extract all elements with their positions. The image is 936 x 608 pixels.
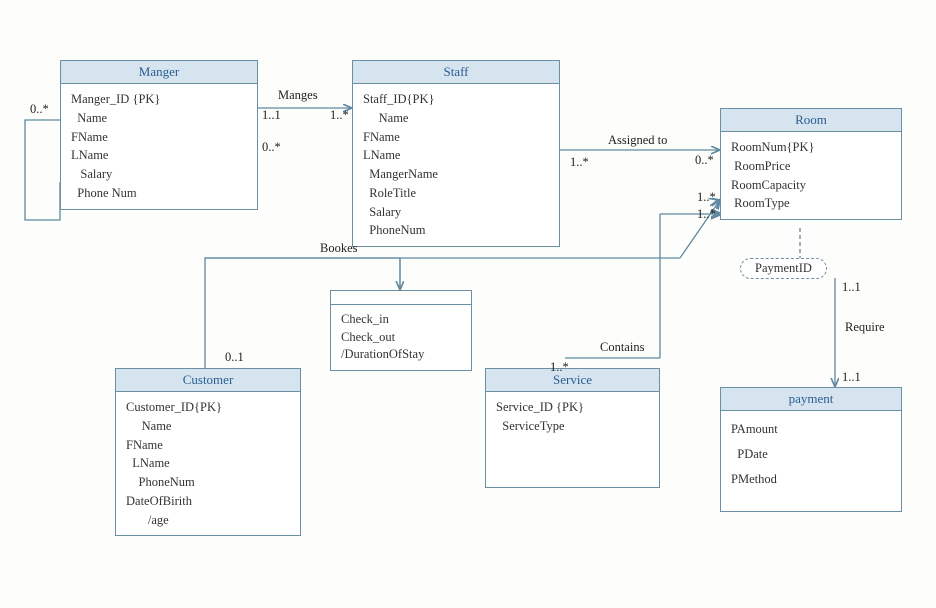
mult: 1..*	[697, 207, 716, 222]
attr: RoomPrice	[731, 157, 891, 176]
assoc-booking-head	[331, 291, 471, 305]
attr: /age	[126, 511, 290, 530]
attr: PhoneNum	[126, 473, 290, 492]
attr: PhoneNum	[363, 221, 549, 240]
attr: RoomCapacity	[731, 176, 891, 195]
attr: ServiceType	[496, 417, 649, 436]
attr: FName	[363, 128, 549, 147]
mult: 1..1	[262, 108, 281, 123]
mult: 1..*	[330, 108, 349, 123]
attr: PAmount	[731, 417, 891, 442]
assoc-booking: Check_in Check_out /DurationOfStay	[330, 290, 472, 371]
mult: 1..1	[842, 370, 861, 385]
attr: Staff_ID{PK}	[363, 90, 549, 109]
entity-room-title: Room	[721, 109, 901, 132]
attr: Manger_ID {PK}	[71, 90, 247, 109]
attr: Service_ID {PK}	[496, 398, 649, 417]
attr: Name	[363, 109, 549, 128]
attr: LName	[126, 454, 290, 473]
attr: Name	[126, 417, 290, 436]
entity-customer-attrs: Customer_ID{PK} Name FName LName PhoneNu…	[116, 392, 300, 535]
attr: RoomNum{PK}	[731, 138, 891, 157]
rel-assigned: Assigned to	[608, 133, 667, 148]
attr: Check_in	[341, 311, 461, 329]
attr: MangerName	[363, 165, 549, 184]
entity-room: Room RoomNum{PK} RoomPrice RoomCapacity …	[720, 108, 902, 220]
entity-manager: Manger Manger_ID {PK} Name FName LName S…	[60, 60, 258, 210]
attr: Customer_ID{PK}	[126, 398, 290, 417]
mult: 0..*	[695, 153, 714, 168]
mult: 1..1	[842, 280, 861, 295]
mult: 1..*	[697, 190, 716, 205]
attr: Salary	[363, 203, 549, 222]
attr: DateOfBirith	[126, 492, 290, 511]
attr: FName	[126, 436, 290, 455]
rel-bookes: Bookes	[320, 241, 358, 256]
attr: RoomType	[731, 194, 891, 213]
entity-customer: Customer Customer_ID{PK} Name FName LNam…	[115, 368, 301, 536]
mult: 1..*	[570, 155, 589, 170]
mult: 1..*	[550, 360, 569, 375]
assoc-class-paymentid: PaymentID	[740, 258, 827, 279]
mult: 0..*	[30, 102, 49, 117]
entity-payment: payment PAmount PDate PMethod	[720, 387, 902, 512]
attr: PMethod	[731, 467, 891, 492]
entity-staff-attrs: Staff_ID{PK} Name FName LName MangerName…	[353, 84, 559, 246]
attr: Phone Num	[71, 184, 247, 203]
mult: 0..*	[262, 140, 281, 155]
entity-manager-title: Manger	[61, 61, 257, 84]
entity-service: Service Service_ID {PK} ServiceType	[485, 368, 660, 488]
attr: Check_out	[341, 329, 461, 347]
entity-staff-title: Staff	[353, 61, 559, 84]
attr: Salary	[71, 165, 247, 184]
attr: /DurationOfStay	[341, 346, 461, 364]
entity-manager-attrs: Manger_ID {PK} Name FName LName Salary P…	[61, 84, 257, 209]
entity-room-attrs: RoomNum{PK} RoomPrice RoomCapacity RoomT…	[721, 132, 901, 219]
entity-payment-attrs: PAmount PDate PMethod	[721, 411, 901, 511]
attr: LName	[71, 146, 247, 165]
attr: FName	[71, 128, 247, 147]
attr: PDate	[731, 442, 891, 467]
rel-manages: Manges	[278, 88, 318, 103]
attr: RoleTitle	[363, 184, 549, 203]
entity-staff: Staff Staff_ID{PK} Name FName LName Mang…	[352, 60, 560, 247]
entity-payment-title: payment	[721, 388, 901, 411]
mult: 0..1	[225, 350, 244, 365]
rel-require: Require	[845, 320, 885, 335]
entity-service-title: Service	[486, 369, 659, 392]
attr: Name	[71, 109, 247, 128]
assoc-booking-body: Check_in Check_out /DurationOfStay	[331, 305, 471, 370]
entity-customer-title: Customer	[116, 369, 300, 392]
entity-service-attrs: Service_ID {PK} ServiceType	[486, 392, 659, 487]
attr: LName	[363, 146, 549, 165]
rel-contains: Contains	[600, 340, 644, 355]
